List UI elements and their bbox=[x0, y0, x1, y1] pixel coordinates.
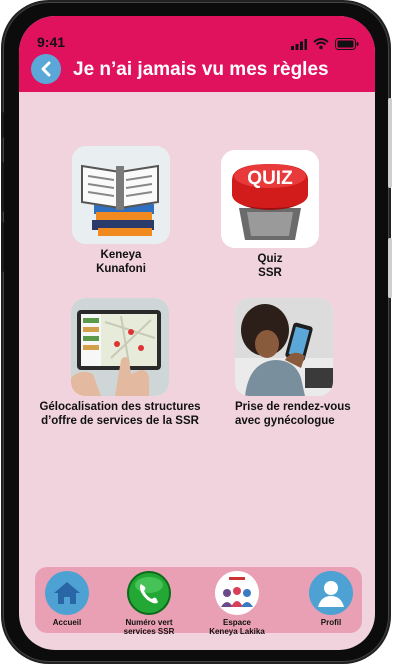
power-button bbox=[388, 98, 392, 188]
open-book-icon bbox=[72, 146, 170, 244]
back-button[interactable] bbox=[31, 54, 61, 84]
battery-icon bbox=[335, 38, 359, 50]
nav-item-accueil[interactable]: Accueil bbox=[25, 571, 109, 627]
bottom-nav: Accueil Numéro vert services SSR Espace … bbox=[35, 567, 362, 636]
home-icon bbox=[45, 571, 89, 615]
nav-item-espace-keneya[interactable]: Espace Keneya Lakika bbox=[195, 571, 279, 636]
svg-text:QUIZ: QUIZ bbox=[247, 168, 293, 189]
phone-user-icon bbox=[235, 298, 333, 396]
nav-item-numero-vert[interactable]: Numéro vert services SSR bbox=[107, 571, 191, 636]
chevron-left-icon bbox=[41, 61, 51, 77]
signal-icon bbox=[291, 38, 307, 50]
quiz-button-icon: QUIZ bbox=[221, 150, 319, 248]
community-icon bbox=[215, 571, 259, 615]
app-header: 9:41 Je n’ai jamais vu mes règles bbox=[19, 16, 375, 92]
phone-icon bbox=[127, 571, 171, 615]
card-keneya-kunafoni[interactable]: Keneya Kunafoni bbox=[72, 146, 170, 276]
status-time: 9:41 bbox=[37, 34, 66, 50]
nav-label: Accueil bbox=[52, 618, 82, 627]
volume-down-button bbox=[1, 222, 4, 272]
card-geolocalisation[interactable]: Gélocalisation des structures d’offre de… bbox=[19, 298, 221, 428]
map-tablet-icon bbox=[71, 298, 169, 396]
mute-switch bbox=[1, 112, 4, 138]
nav-label: Numéro vert services SSR bbox=[123, 618, 175, 636]
wifi-icon bbox=[313, 38, 329, 50]
nav-label: Profil bbox=[320, 618, 342, 627]
card-label: Keneya Kunafoni bbox=[96, 249, 146, 275]
volume-up-button bbox=[1, 162, 4, 212]
nav-item-profil[interactable]: Profil bbox=[289, 571, 373, 627]
status-icons bbox=[291, 38, 359, 50]
phone-frame: 9:41 Je n’ai jamais vu mes règles Keneya… bbox=[1, 2, 392, 662]
user-icon bbox=[309, 571, 353, 615]
side-button bbox=[388, 238, 392, 298]
screen: 9:41 Je n’ai jamais vu mes règles Keneya… bbox=[19, 16, 375, 650]
card-rendez-vous[interactable]: Prise de rendez-vous avec gynécologue bbox=[235, 298, 351, 428]
card-label: Quiz SSR bbox=[257, 253, 283, 279]
page-title: Je n’ai jamais vu mes règles bbox=[73, 59, 329, 80]
card-quiz-ssr[interactable]: QUIZ Quiz SSR bbox=[221, 150, 319, 280]
card-label: Prise de rendez-vous avec gynécologue bbox=[235, 401, 351, 427]
card-label: Gélocalisation des structures d’offre de… bbox=[39, 401, 201, 427]
nav-label: Espace Keneya Lakika bbox=[209, 618, 265, 636]
